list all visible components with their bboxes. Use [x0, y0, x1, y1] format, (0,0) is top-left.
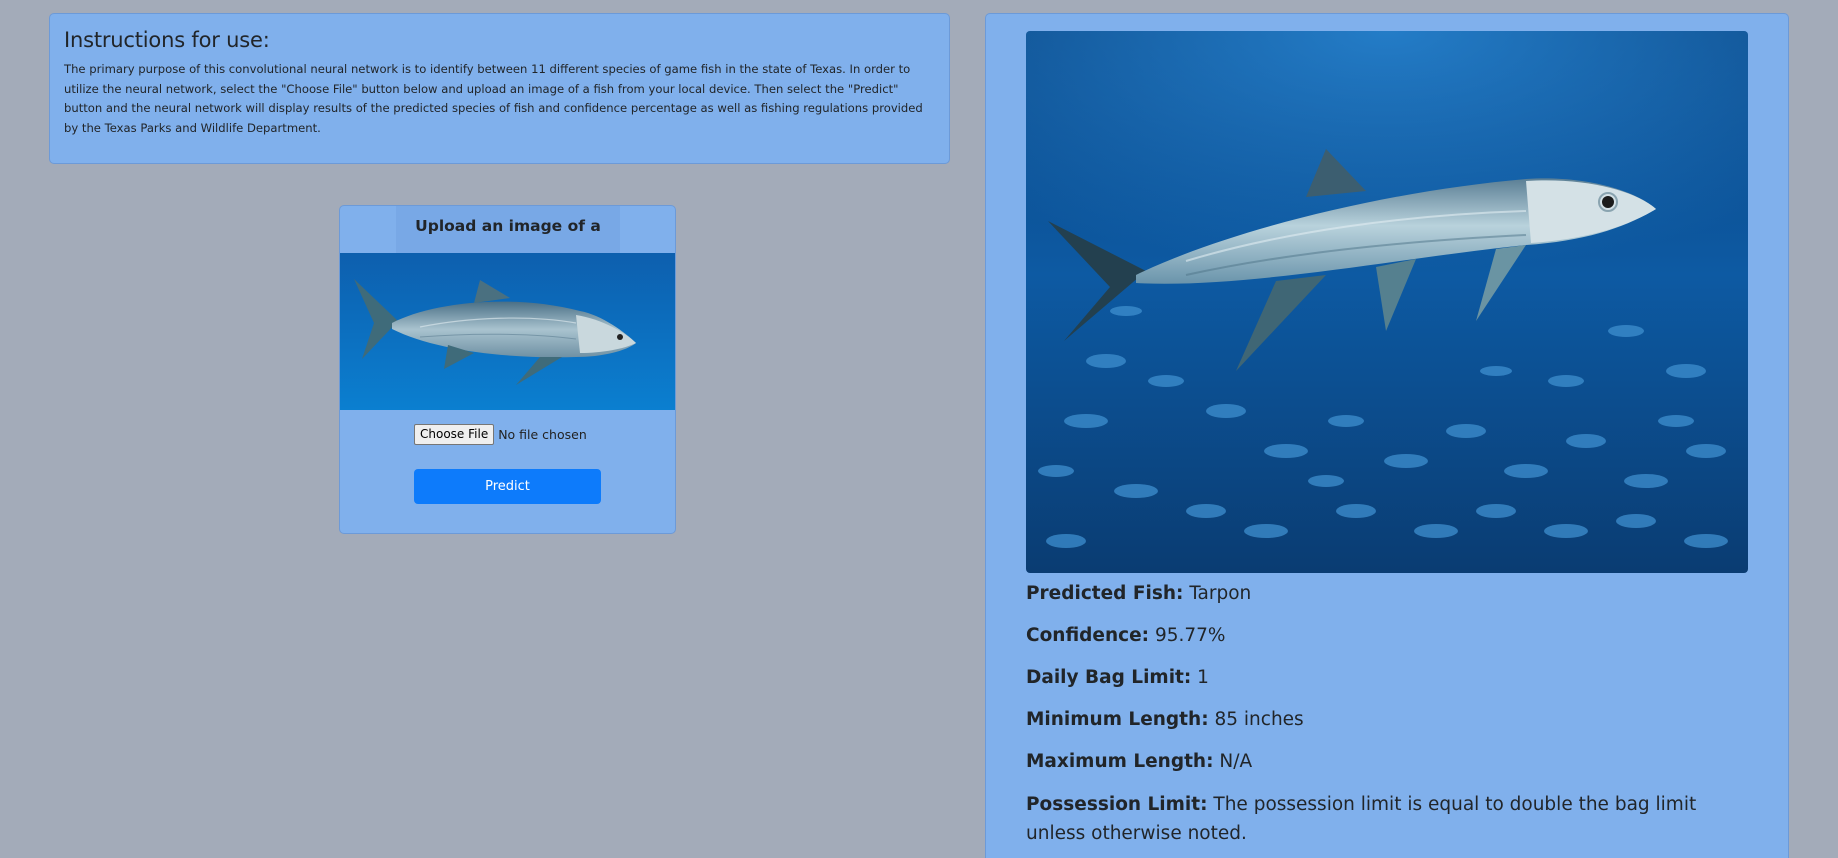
upload-header: Upload an image of a fish:	[396, 206, 620, 275]
minimum-length-value: 85 inches	[1214, 709, 1304, 730]
predict-button[interactable]: Predict	[414, 469, 601, 504]
daily-bag-limit-value: 1	[1197, 667, 1209, 688]
maximum-length-label: Maximum Length:	[1026, 751, 1214, 772]
confidence-line: Confidence: 95.77%	[1026, 624, 1726, 666]
minimum-length-line: Minimum Length: 85 inches	[1026, 708, 1726, 750]
file-status-text: No file chosen	[498, 426, 587, 442]
file-input-row: Choose File No file chosen	[414, 423, 614, 445]
upload-card: Upload an image of a fish:	[339, 205, 676, 534]
predicted-fish-image	[1026, 31, 1748, 573]
choose-file-button[interactable]: Choose File	[414, 423, 495, 445]
maximum-length-value: N/A	[1219, 751, 1253, 772]
instructions-body: The primary purpose of this convolutiona…	[64, 62, 923, 135]
instructions-title: Instructions for use:	[64, 28, 270, 52]
predicted-fish-value: Tarpon	[1189, 583, 1252, 604]
confidence-label: Confidence:	[1026, 625, 1150, 646]
confidence-value: 95.77%	[1154, 625, 1226, 646]
daily-bag-limit-label: Daily Bag Limit:	[1026, 667, 1192, 688]
prediction-results: Predicted Fish: Tarpon Confidence: 95.77…	[1026, 582, 1726, 848]
uploaded-fish-preview-image	[340, 253, 675, 410]
predicted-fish-line: Predicted Fish: Tarpon	[1026, 582, 1726, 624]
predicted-fish-label: Predicted Fish:	[1026, 583, 1184, 604]
instructions-card: Instructions for use: The primary purpos…	[49, 13, 950, 164]
maximum-length-line: Maximum Length: N/A	[1026, 750, 1726, 792]
result-card: Predicted Fish: Tarpon Confidence: 95.77…	[985, 13, 1789, 858]
daily-bag-limit-line: Daily Bag Limit: 1	[1026, 666, 1726, 708]
possession-limit-label: Possession Limit:	[1026, 794, 1208, 815]
possession-limit-line: Possession Limit: The possession limit i…	[1026, 790, 1726, 848]
minimum-length-label: Minimum Length:	[1026, 709, 1209, 730]
